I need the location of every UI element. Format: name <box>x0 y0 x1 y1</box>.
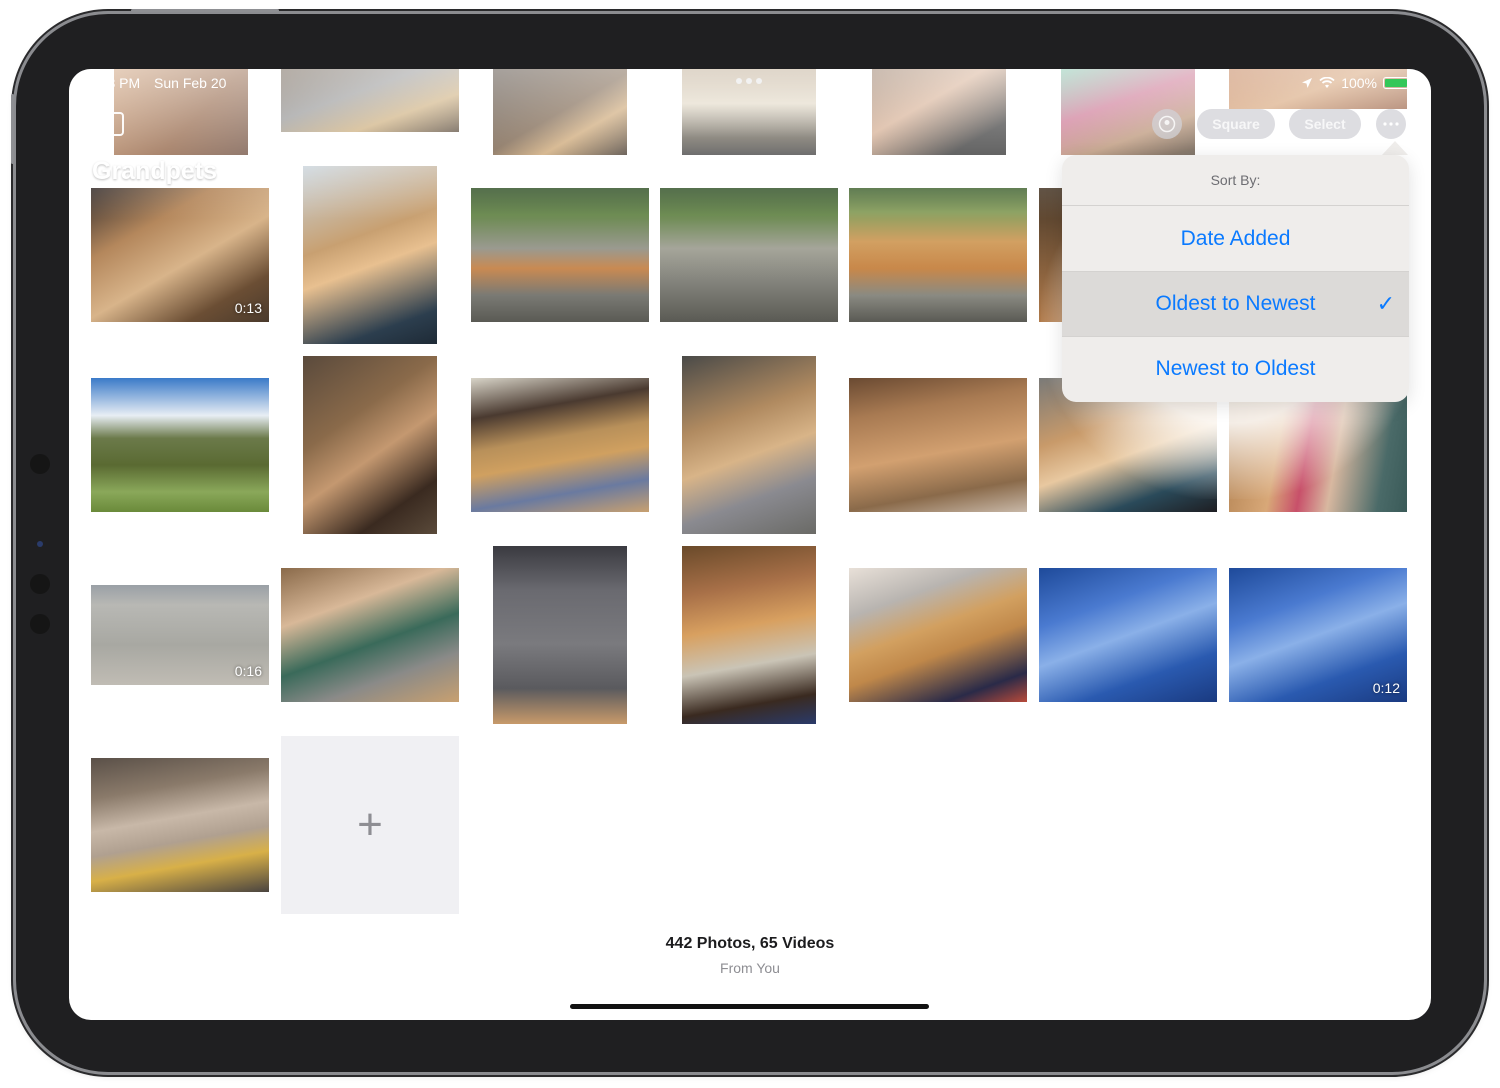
video-duration: 0:13 <box>234 300 262 316</box>
video-duration: 0:12 <box>1372 680 1400 696</box>
screen: 0:13 0:16 0:12 + 5:28 PM Sun Feb 20 100%… <box>69 69 1431 1020</box>
status-bar-right: 100% <box>1301 75 1412 91</box>
photo[interactable] <box>91 378 269 512</box>
album-title: Grandpets <box>92 157 218 185</box>
camera-dot <box>30 454 50 474</box>
photo[interactable]: 0:16 <box>91 585 269 685</box>
sort-option-label: Oldest to Newest <box>1155 292 1316 315</box>
checkmark-icon: ✓ <box>1376 291 1395 316</box>
photo[interactable] <box>682 546 816 724</box>
sort-option-date-added[interactable]: Date Added <box>1062 206 1409 271</box>
photo[interactable] <box>1039 568 1217 702</box>
sort-option-label: Newest to Oldest <box>1155 357 1316 380</box>
photo[interactable] <box>303 356 437 534</box>
photo[interactable] <box>849 568 1027 702</box>
sort-menu: Sort By: Date Added Oldest to Newest ✓ N… <box>1062 155 1409 402</box>
video-duration: 0:16 <box>234 663 262 679</box>
top-button-left <box>131 9 206 12</box>
ellipsis-icon <box>1383 122 1399 126</box>
popover-arrow <box>1382 141 1408 155</box>
photo[interactable] <box>849 188 1027 322</box>
square-button[interactable]: Square <box>1197 109 1275 139</box>
status-bar-left: 5:28 PM Sun Feb 20 <box>88 75 226 91</box>
camera-sensor <box>30 574 50 594</box>
select-button[interactable]: Select <box>1289 109 1361 139</box>
status-date: Sun Feb 20 <box>154 75 227 91</box>
photo[interactable]: 0:12 <box>1229 568 1407 702</box>
ipad-frame: 0:13 0:16 0:12 + 5:28 PM Sun Feb 20 100%… <box>11 9 1484 1072</box>
battery-percent: 100% <box>1341 75 1377 91</box>
photo[interactable] <box>660 188 838 322</box>
top-button-right <box>204 9 279 12</box>
people-filter-button[interactable] <box>1152 109 1182 139</box>
photo-count: 442 Photos, 65 Videos <box>665 935 835 952</box>
photo[interactable] <box>849 378 1027 512</box>
photo[interactable] <box>493 69 627 155</box>
person-circle-icon <box>1158 115 1176 133</box>
sidebar-toggle-icon[interactable] <box>94 112 124 136</box>
photo-source: From You <box>720 960 780 976</box>
wifi-icon <box>1319 77 1335 88</box>
status-time: 5:28 PM <box>88 75 141 91</box>
photo[interactable] <box>281 568 459 702</box>
photo[interactable] <box>281 69 459 132</box>
battery-icon <box>1383 77 1412 89</box>
location-icon <box>1302 78 1313 88</box>
side-button <box>11 94 14 164</box>
more-options-button[interactable] <box>1376 109 1406 139</box>
sort-option-newest-to-oldest[interactable]: Newest to Oldest <box>1062 336 1409 401</box>
photo[interactable] <box>872 69 1006 155</box>
camera-sensor-2 <box>30 614 50 634</box>
photo[interactable] <box>493 546 627 724</box>
photo[interactable] <box>471 188 649 322</box>
photo[interactable] <box>91 758 269 892</box>
plus-icon: + <box>357 800 383 849</box>
photo[interactable] <box>471 378 649 512</box>
photo[interactable]: 0:13 <box>91 188 269 322</box>
add-photos-button[interactable]: + <box>281 736 459 914</box>
home-indicator[interactable] <box>570 1004 929 1009</box>
sort-menu-header: Sort By: <box>1062 155 1409 206</box>
sort-option-oldest-to-newest[interactable]: Oldest to Newest ✓ <box>1062 271 1409 336</box>
sort-option-label: Date Added <box>1180 226 1291 250</box>
photo[interactable] <box>303 166 437 344</box>
camera-lens <box>37 541 43 547</box>
photo[interactable] <box>682 356 816 534</box>
multitasking-dots-icon[interactable] <box>736 78 762 84</box>
